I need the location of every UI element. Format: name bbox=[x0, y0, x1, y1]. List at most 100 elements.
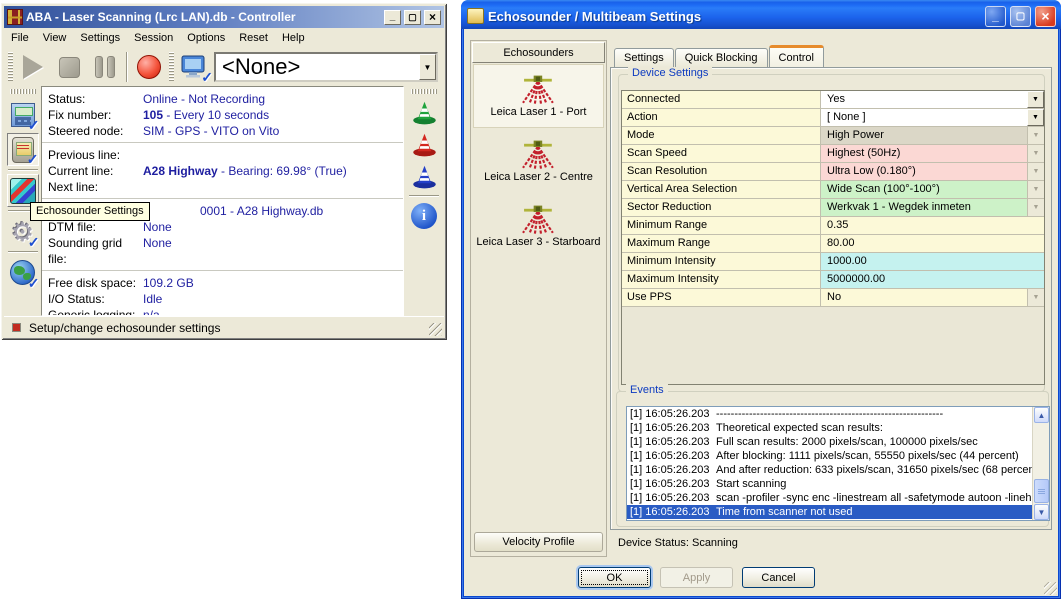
sidebar-item-laser1[interactable]: Leica Laser 1 - Port bbox=[473, 64, 604, 128]
field-label: DTM file: bbox=[48, 220, 96, 234]
sidebar-item-laser2[interactable]: Leica Laser 2 - Centre bbox=[473, 129, 604, 193]
scroll-down-icon[interactable]: ▼ bbox=[1034, 504, 1049, 520]
tab-strip: Settings Quick Blocking Control bbox=[614, 45, 825, 67]
toolbar-gripper[interactable] bbox=[169, 52, 174, 82]
left-icon-toolbar: ✓ ✓ ⚙ ✓ ✓ bbox=[4, 86, 41, 316]
table-row: Minimum Intensity 1000.00 bbox=[622, 253, 1044, 271]
event-row: [1] 16:05:26.203 And after reduction: 633… bbox=[630, 464, 1032, 476]
line-section: Previous line: Current line: A28 Highway … bbox=[42, 143, 403, 199]
menu-view[interactable]: View bbox=[36, 30, 74, 46]
controller-titlebar[interactable]: ABA - Laser Scanning (Lrc LAN).db - Cont… bbox=[4, 6, 444, 28]
pause-button[interactable] bbox=[87, 51, 123, 83]
setting-value[interactable]: 0.35 bbox=[821, 217, 1044, 234]
echosounder-settings-window: Echosounder / Multibeam Settings _ ▢ × E… bbox=[461, 0, 1061, 599]
check-icon: ✓ bbox=[27, 275, 40, 291]
events-list[interactable]: [1] 16:05:26.203 ------------------------… bbox=[626, 406, 1050, 521]
info-button[interactable]: i bbox=[411, 203, 437, 229]
play-button[interactable] bbox=[15, 51, 51, 83]
check-icon: ✓ bbox=[201, 69, 213, 85]
stop-button[interactable] bbox=[51, 51, 87, 83]
menu-file[interactable]: File bbox=[4, 30, 36, 46]
tab-control[interactable]: Control bbox=[768, 45, 824, 67]
laser-scanner-icon bbox=[521, 205, 554, 236]
field-value: - Every 10 seconds bbox=[163, 108, 270, 122]
dropdown-button: ▼ bbox=[1027, 181, 1044, 198]
sidebar-item-laser3[interactable]: Leica Laser 3 - Starboard bbox=[473, 194, 604, 258]
setting-label: Minimum Intensity bbox=[622, 253, 821, 270]
setting-value[interactable]: 80.00 bbox=[821, 235, 1044, 252]
main-toolbar: ✓ <None> ▼ bbox=[4, 48, 444, 86]
field-value: SIM - GPS - VITO on Vito bbox=[143, 124, 280, 138]
apply-button[interactable]: Apply bbox=[660, 567, 733, 588]
menu-options[interactable]: Options bbox=[180, 30, 232, 46]
setting-value[interactable]: 1000.00 bbox=[821, 253, 1044, 270]
toolbar-gripper[interactable] bbox=[9, 89, 36, 94]
events-groupbox: Events [1] 16:05:26.203 -----------------… bbox=[616, 384, 1050, 527]
device-settings-table: Connected Yes ▼ Action[ None ] ▼ Mode High P… bbox=[621, 90, 1045, 385]
toolbar-gripper[interactable] bbox=[8, 52, 13, 82]
dialog-icon bbox=[467, 8, 484, 24]
minimize-button[interactable]: _ bbox=[384, 9, 401, 25]
steered-node-combobox[interactable]: <None> ▼ bbox=[214, 52, 438, 82]
dialog-titlebar[interactable]: Echosounder / Multibeam Settings _ ▢ × bbox=[461, 0, 1061, 29]
velocity-profile-button[interactable]: Velocity Profile bbox=[474, 532, 603, 552]
menu-session[interactable]: Session bbox=[127, 30, 180, 46]
setting-value[interactable]: 5000000.00 bbox=[821, 271, 1044, 288]
maximize-button[interactable]: ▢ bbox=[404, 9, 421, 25]
calculation-settings-button[interactable]: ✓ bbox=[7, 98, 40, 133]
field-label: Previous line: bbox=[48, 148, 121, 162]
blue-cone-icon bbox=[412, 165, 436, 189]
dropdown-button[interactable]: ▼ bbox=[1027, 109, 1044, 126]
toolbar-gripper[interactable] bbox=[411, 89, 437, 94]
scroll-up-icon[interactable]: ▲ bbox=[1034, 407, 1049, 423]
event-row-selected[interactable]: [1] 16:05:26.203 Time from scanner not us… bbox=[627, 505, 1032, 519]
setting-label: Action bbox=[622, 109, 821, 126]
setting-label: Sector Reduction bbox=[622, 199, 821, 216]
field-value: 109.2 GB bbox=[143, 276, 194, 290]
event-row: [1] 16:05:26.203 scan -profiler -sync enc… bbox=[630, 492, 1032, 504]
tab-settings[interactable]: Settings bbox=[614, 48, 674, 67]
resize-grip[interactable] bbox=[429, 323, 442, 336]
table-row: Maximum Intensity 5000000.00 bbox=[622, 271, 1044, 289]
minimize-button[interactable]: _ bbox=[985, 5, 1006, 27]
resize-grip[interactable] bbox=[1044, 582, 1057, 595]
check-icon: ✓ bbox=[26, 151, 39, 167]
field-label: Steered node: bbox=[48, 124, 124, 138]
combobox-dropdown-button[interactable]: ▼ bbox=[419, 54, 436, 80]
field-value: - Bearing: 69.98° (True) bbox=[217, 164, 347, 178]
close-button[interactable]: × bbox=[424, 9, 441, 25]
green-cone-button[interactable] bbox=[409, 97, 439, 129]
red-cone-button[interactable] bbox=[409, 129, 439, 161]
menu-settings[interactable]: Settings bbox=[73, 30, 127, 46]
toolbar-separator bbox=[126, 52, 128, 82]
setting-value[interactable]: Yes bbox=[821, 91, 1027, 108]
setting-value[interactable]: [ None ] bbox=[821, 109, 1027, 126]
toolbar-separator bbox=[7, 251, 38, 253]
field-label: Generic logging: bbox=[48, 308, 136, 316]
node-select-button[interactable]: ✓ bbox=[176, 51, 213, 85]
cancel-button[interactable]: Cancel bbox=[742, 567, 815, 588]
field-label: Free disk space: bbox=[48, 276, 137, 290]
menu-reset[interactable]: Reset bbox=[232, 30, 275, 46]
echosounders-sidebar: Echosounders Leica Laser 1 - Port Leica … bbox=[470, 40, 607, 557]
menu-help[interactable]: Help bbox=[275, 30, 312, 46]
close-button[interactable]: × bbox=[1035, 5, 1056, 27]
blue-cone-button[interactable] bbox=[409, 161, 439, 193]
dropdown-button[interactable]: ▼ bbox=[1027, 91, 1044, 108]
sounder-view-button[interactable]: ✓ bbox=[6, 133, 39, 167]
scrollbar-thumb[interactable] bbox=[1034, 479, 1049, 503]
ok-button[interactable]: OK bbox=[578, 567, 651, 588]
tab-quick-blocking[interactable]: Quick Blocking bbox=[674, 48, 768, 67]
network-settings-button[interactable]: ✓ bbox=[7, 256, 40, 291]
dropdown-button: ▼ bbox=[1027, 289, 1044, 306]
maximize-button[interactable]: ▢ bbox=[1010, 5, 1031, 27]
events-scrollbar[interactable]: ▲ ▼ bbox=[1032, 407, 1049, 520]
setting-label: Maximum Intensity bbox=[622, 271, 821, 288]
sidebar-item-label: Leica Laser 2 - Centre bbox=[484, 171, 593, 183]
field-label: Status: bbox=[48, 92, 86, 106]
record-button[interactable] bbox=[131, 51, 167, 83]
setting-label: Connected bbox=[622, 91, 821, 108]
controller-window: ABA - Laser Scanning (Lrc LAN).db - Cont… bbox=[1, 3, 447, 340]
event-row: [1] 16:05:26.203 Start scanning bbox=[630, 478, 787, 490]
table-row: Vertical Area Selection Wide Scan (100°-1… bbox=[622, 181, 1044, 199]
